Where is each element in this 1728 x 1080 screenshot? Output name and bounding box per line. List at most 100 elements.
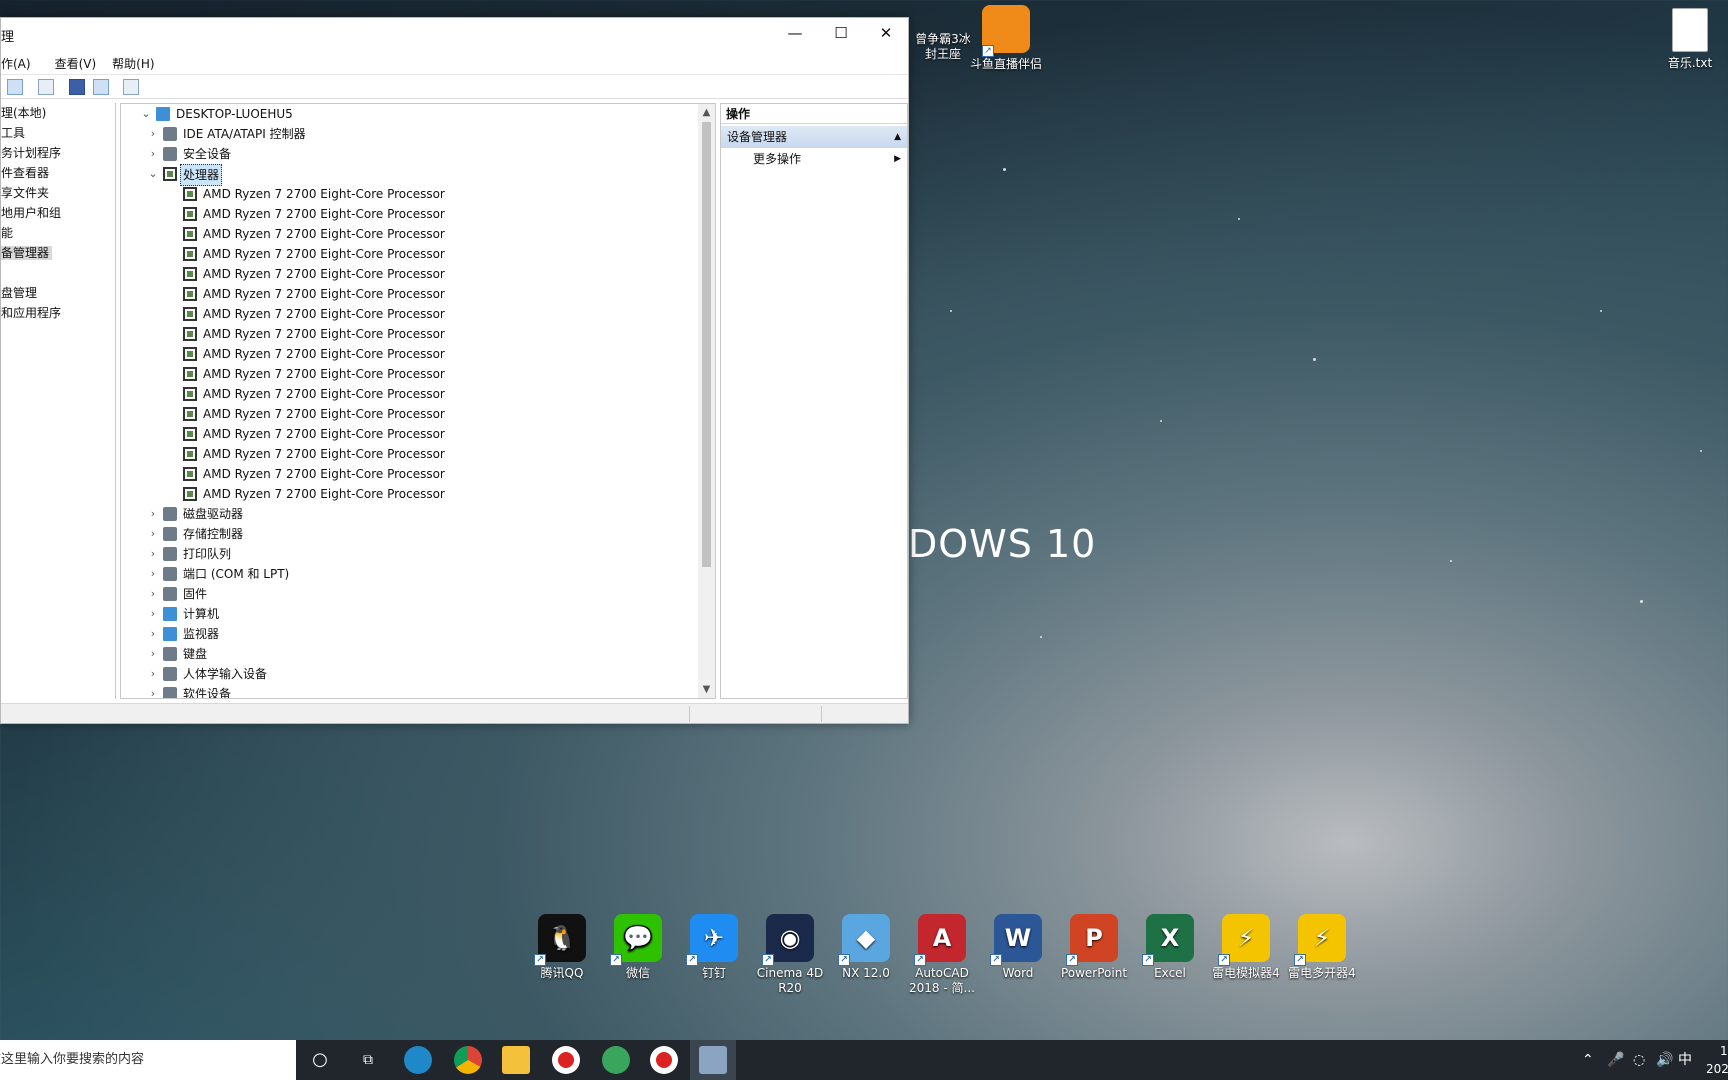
console-tree-item[interactable]: 和应用程序 <box>1 306 61 320</box>
record-icon[interactable] <box>552 1046 580 1074</box>
desktop-icon[interactable]: W ↗ Word <box>980 914 1056 981</box>
processor-item[interactable]: AMD Ryzen 7 2700 Eight-Core Processor <box>121 484 691 504</box>
desktop-icon[interactable]: A ↗ AutoCAD 2018 - 简... <box>904 914 980 996</box>
console-tree-item[interactable]: 享文件夹 <box>1 186 49 200</box>
console-tree-item[interactable]: 理(本地) <box>1 106 46 120</box>
file-explorer-icon[interactable] <box>502 1046 530 1074</box>
console-tree-item[interactable]: 工具 <box>1 126 25 140</box>
processor-item[interactable]: AMD Ryzen 7 2700 Eight-Core Processor <box>121 324 691 344</box>
clock[interactable]: 18 202 <box>1706 1042 1728 1078</box>
tree-root[interactable]: ⌄ DESKTOP-LUOEHU5 <box>121 104 691 124</box>
expand-chevron-icon[interactable]: › <box>145 524 161 544</box>
processor-item[interactable]: AMD Ryzen 7 2700 Eight-Core Processor <box>121 364 691 384</box>
expand-chevron-icon[interactable]: › <box>145 684 161 698</box>
tree-category[interactable]: › 人体学输入设备 <box>121 664 691 684</box>
cortana-icon[interactable]: ○ <box>306 1046 334 1074</box>
desktop-icon[interactable]: ◆ ↗ NX 12.0 <box>828 914 904 981</box>
desktop-icon-douyu[interactable]: ↗ 斗鱼直播伴侣 <box>968 5 1044 72</box>
scrollbar-thumb[interactable] <box>702 122 711 567</box>
tree-category[interactable]: › 存储控制器 <box>121 524 691 544</box>
green-app-icon[interactable] <box>602 1046 630 1074</box>
maximize-button[interactable]: ☐ <box>818 18 864 48</box>
task-view-icon[interactable]: ⧉ <box>354 1046 382 1074</box>
processor-item[interactable]: AMD Ryzen 7 2700 Eight-Core Processor <box>121 344 691 364</box>
expand-chevron-icon[interactable]: › <box>145 604 161 624</box>
tree-category[interactable]: › 安全设备 <box>121 144 691 164</box>
menu-action[interactable]: 作(A) <box>1 54 31 74</box>
desktop-icon[interactable]: 💬 ↗ 微信 <box>600 914 676 981</box>
console-tree-item[interactable]: 备管理器 <box>1 246 53 260</box>
desktop-icon[interactable]: 🐧 ↗ 腾讯QQ <box>524 914 600 981</box>
close-button[interactable]: ✕ <box>863 18 909 48</box>
processor-item[interactable]: AMD Ryzen 7 2700 Eight-Core Processor <box>121 424 691 444</box>
scroll-down-icon[interactable]: ▼ <box>698 681 715 698</box>
desktop-icon[interactable]: ✈ ↗ 钉钉 <box>676 914 752 981</box>
desktop-icon[interactable]: X ↗ Excel <box>1132 914 1208 981</box>
processor-item[interactable]: AMD Ryzen 7 2700 Eight-Core Processor <box>121 404 691 424</box>
desktop-icon[interactable]: ⚡ ↗ 雷电多开器4 <box>1284 914 1360 981</box>
title-bar[interactable]: 理 — ☐ ✕ <box>1 18 908 54</box>
edge-icon[interactable] <box>404 1046 432 1074</box>
collapse-icon[interactable]: ▲ <box>894 126 901 148</box>
processor-item[interactable]: AMD Ryzen 7 2700 Eight-Core Processor <box>121 444 691 464</box>
tree-category-processors[interactable]: ⌄ 处理器 <box>121 164 691 186</box>
desktop-icon-music-txt[interactable]: 音乐.txt <box>1652 8 1728 71</box>
processor-item[interactable]: AMD Ryzen 7 2700 Eight-Core Processor <box>121 464 691 484</box>
processor-item[interactable]: AMD Ryzen 7 2700 Eight-Core Processor <box>121 284 691 304</box>
properties-icon[interactable] <box>38 79 54 95</box>
taskbar-search-box[interactable]: 在这里输入你要搜索的内容 <box>0 1040 296 1080</box>
expand-chevron-icon[interactable]: › <box>145 664 161 684</box>
desktop-icon[interactable]: ⚡ ↗ 雷电模拟器4 <box>1208 914 1284 981</box>
processor-item[interactable]: AMD Ryzen 7 2700 Eight-Core Processor <box>121 304 691 324</box>
tree-category[interactable]: › 计算机 <box>121 604 691 624</box>
expand-chevron-icon[interactable]: › <box>145 584 161 604</box>
collapse-chevron-icon[interactable]: ⌄ <box>145 164 161 184</box>
volume-icon[interactable]: 🔊 <box>1656 1040 1673 1080</box>
tree-category[interactable]: › 监视器 <box>121 624 691 644</box>
console-tree-item[interactable]: 件查看器 <box>1 166 49 180</box>
show-hidden-icons-icon[interactable]: ⌃ <box>1582 1040 1594 1080</box>
vertical-scrollbar[interactable]: ▲ ▼ <box>698 104 715 698</box>
console-tree-item[interactable]: 地用户和组 <box>1 206 61 220</box>
minimize-button[interactable]: — <box>772 18 818 48</box>
expand-chevron-icon[interactable]: › <box>145 564 161 584</box>
menu-help[interactable]: 帮助(H) <box>112 54 154 74</box>
more-actions-item[interactable]: 更多操作 ▶ <box>721 148 907 170</box>
chrome-icon[interactable] <box>454 1046 482 1074</box>
help-icon[interactable] <box>69 79 85 95</box>
tree-category[interactable]: › 键盘 <box>121 644 691 664</box>
expand-chevron-icon[interactable]: › <box>145 624 161 644</box>
tree-category[interactable]: › 固件 <box>121 584 691 604</box>
computer-icon[interactable] <box>123 79 139 95</box>
actions-section-device-manager[interactable]: 设备管理器 ▲ <box>721 126 907 148</box>
tree-category[interactable]: › 打印队列 <box>121 544 691 564</box>
console-tree-item[interactable]: 能 <box>1 226 13 240</box>
expand-chevron-icon[interactable]: › <box>145 124 161 144</box>
desktop-icon[interactable]: P ↗ PowerPoint <box>1056 914 1132 981</box>
expand-chevron-icon[interactable]: › <box>145 644 161 664</box>
console-tree-item[interactable]: 务计划程序 <box>1 146 61 160</box>
expand-chevron-icon[interactable]: › <box>145 544 161 564</box>
processor-item[interactable]: AMD Ryzen 7 2700 Eight-Core Processor <box>121 244 691 264</box>
menu-view[interactable]: 查看(V) <box>55 54 97 74</box>
tree-category[interactable]: › 软件设备 <box>121 684 691 698</box>
processor-item[interactable]: AMD Ryzen 7 2700 Eight-Core Processor <box>121 184 691 204</box>
expand-chevron-icon[interactable]: › <box>145 144 161 164</box>
tree-category[interactable]: › IDE ATA/ATAPI 控制器 <box>121 124 691 144</box>
desktop-icon[interactable]: ◉ ↗ Cinema 4D R20 <box>752 914 828 996</box>
record-icon-2[interactable] <box>650 1046 678 1074</box>
console-tree-item[interactable]: 盘管理 <box>1 286 37 300</box>
processor-item[interactable]: AMD Ryzen 7 2700 Eight-Core Processor <box>121 384 691 404</box>
processor-item[interactable]: AMD Ryzen 7 2700 Eight-Core Processor <box>121 204 691 224</box>
processor-item[interactable]: AMD Ryzen 7 2700 Eight-Core Processor <box>121 264 691 284</box>
ime-indicator[interactable]: 中 <box>1678 1040 1692 1080</box>
network-icon[interactable]: ◌ <box>1633 1040 1645 1080</box>
tree-category[interactable]: › 端口 (COM 和 LPT) <box>121 564 691 584</box>
show-hide-tree-icon[interactable] <box>7 79 23 95</box>
computer-management-taskbar-icon[interactable] <box>699 1046 727 1074</box>
scroll-up-icon[interactable]: ▲ <box>698 104 715 121</box>
collapse-chevron-icon[interactable]: ⌄ <box>138 104 154 124</box>
expand-chevron-icon[interactable]: › <box>145 504 161 524</box>
microphone-icon[interactable]: 🎤 <box>1607 1040 1624 1080</box>
processor-item[interactable]: AMD Ryzen 7 2700 Eight-Core Processor <box>121 224 691 244</box>
